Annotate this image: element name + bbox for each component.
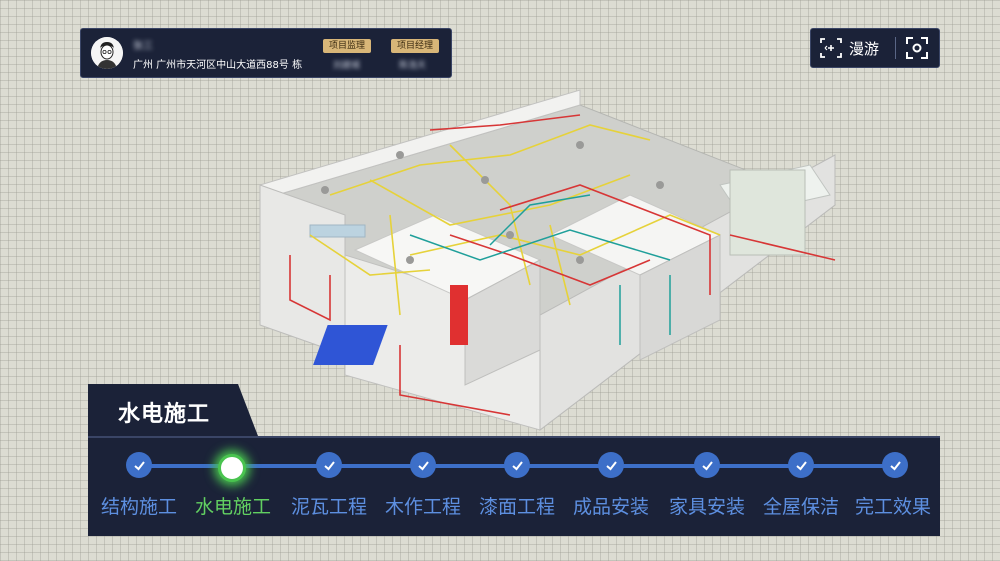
timeline-label-carpentry[interactable]: 木作工程	[375, 492, 471, 519]
timeline-node-fixtures[interactable]	[598, 452, 624, 478]
timeline-label-plumbing-electrical[interactable]: 水电施工	[185, 492, 281, 519]
balcony-window	[729, 169, 806, 256]
role-badge-supervisor: 项目监理	[323, 39, 372, 53]
check-icon	[795, 460, 807, 470]
red-pipe-block	[450, 285, 468, 345]
role-person-supervisor: 刘建城	[333, 61, 361, 71]
avatar[interactable]	[91, 37, 123, 69]
project-address: 广州 广州市天河区中山大道西88号 栋	[133, 60, 303, 71]
view-toolbar: 漫游	[810, 28, 940, 68]
role-badge-manager: 项目经理	[391, 39, 440, 53]
user-name: 张三	[133, 41, 153, 52]
check-icon	[323, 460, 335, 470]
timeline-label-painting[interactable]: 漆面工程	[469, 492, 565, 519]
timeline-node-plumbing-electrical[interactable]	[218, 454, 246, 482]
construction-timeline-panel	[88, 436, 940, 536]
check-icon	[701, 460, 713, 470]
timeline-label-masonry[interactable]: 泥瓦工程	[281, 492, 377, 519]
timeline-label-fixtures[interactable]: 成品安装	[563, 492, 659, 519]
house-3d-model-view[interactable]	[250, 85, 840, 435]
current-stage-title: 水电施工	[118, 402, 211, 427]
timeline-node-masonry[interactable]	[316, 452, 342, 478]
timeline-label-completion[interactable]: 完工效果	[845, 492, 941, 519]
check-icon	[605, 460, 617, 470]
roam-icon	[820, 38, 842, 58]
timeline-label-structure[interactable]: 结构施工	[91, 492, 187, 519]
timeline-node-completion[interactable]	[882, 452, 908, 478]
check-icon	[889, 460, 901, 470]
check-icon	[417, 460, 429, 470]
timeline-node-structure[interactable]	[126, 452, 152, 478]
role-person-manager: 陈浩天	[399, 61, 427, 71]
timeline-label-furniture[interactable]: 家具安装	[659, 492, 755, 519]
roam-label: 漫游	[849, 39, 880, 58]
avatar-person-icon	[91, 37, 123, 69]
toolbar-divider	[895, 37, 896, 59]
timeline-node-furniture[interactable]	[694, 452, 720, 478]
timeline-node-cleaning[interactable]	[788, 452, 814, 478]
timeline-label-cleaning[interactable]: 全屋保洁	[753, 492, 849, 519]
focus-target-icon	[906, 37, 928, 59]
check-icon	[511, 460, 523, 470]
check-icon	[133, 460, 145, 470]
roam-button[interactable]: 漫游	[819, 34, 879, 62]
focus-view-button[interactable]	[905, 36, 929, 60]
timeline-node-carpentry[interactable]	[410, 452, 436, 478]
project-info-card: 张三 广州 广州市天河区中山大道西88号 栋 项目监理 刘建城 项目经理 陈浩天	[80, 28, 452, 78]
timeline-node-painting[interactable]	[504, 452, 530, 478]
